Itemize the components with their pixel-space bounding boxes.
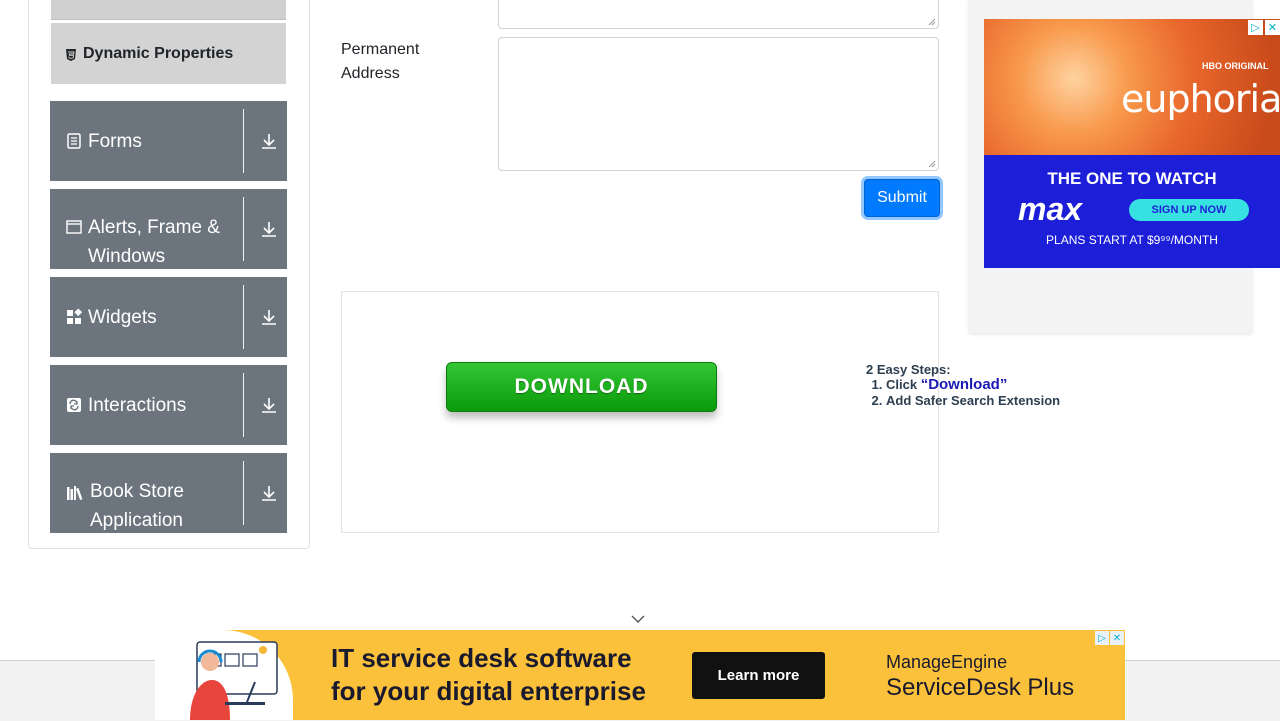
- ad-steps: 2 Easy Steps: Click “Download” Add Safer…: [866, 362, 1060, 409]
- sidebar-item-previous[interactable]: [51, 0, 286, 20]
- permanent-address-textarea[interactable]: [498, 37, 939, 171]
- adchoices-icon[interactable]: ▷: [1248, 20, 1263, 35]
- ad-network-label: HBO ORIGINAL: [1202, 61, 1269, 71]
- sidebar-group-label: Interactions: [88, 394, 187, 416]
- sidebar-item-dynamic-properties[interactable]: Dynamic Properties: [51, 23, 286, 84]
- ad-headline: IT service desk software for your digita…: [331, 643, 646, 706]
- download-icon[interactable]: [260, 396, 278, 414]
- ad-illustration: [155, 630, 293, 720]
- ad-step-2: Add Safer Search Extension: [886, 393, 1060, 409]
- html5-icon: [65, 48, 77, 61]
- ad-price: PLANS START AT $9⁹⁹/MONTH: [1046, 233, 1218, 247]
- ad-brand-name: ManageEngine: [886, 652, 1008, 672]
- resize-handle-icon[interactable]: [928, 160, 936, 168]
- sidebar-group-forms[interactable]: Forms: [50, 101, 287, 181]
- learn-more-button[interactable]: Learn more: [692, 652, 825, 699]
- inline-ad-frame: [341, 291, 939, 533]
- sidebar-group-book-store[interactable]: Book Store Application: [50, 453, 287, 533]
- submit-button[interactable]: Submit: [864, 179, 940, 217]
- ad-brand-logo: max: [1018, 191, 1083, 227]
- ad-tagline: THE ONE TO WATCH: [1047, 169, 1217, 188]
- download-icon[interactable]: [260, 220, 278, 238]
- resize-handle-icon[interactable]: [928, 18, 936, 26]
- sidebar-group-alerts[interactable]: Alerts, Frame & Windows: [50, 189, 287, 269]
- permanent-address-label: Permanent Address: [341, 41, 420, 82]
- adchoices-icon[interactable]: ▷: [1095, 631, 1109, 645]
- download-icon[interactable]: [260, 308, 278, 326]
- window-icon: [66, 219, 82, 235]
- ad-step-1-highlight: “Download”: [920, 376, 1008, 393]
- ad-product-name: ServiceDesk Plus: [886, 674, 1075, 701]
- books-icon: [66, 485, 84, 501]
- sidebar-item-label: Dynamic Properties: [83, 44, 234, 62]
- download-icon[interactable]: [260, 484, 278, 502]
- close-icon[interactable]: ✕: [1110, 631, 1124, 645]
- sidebar-group-label: Widgets: [88, 306, 157, 328]
- ad-signup-button[interactable]: SIGN UP NOW: [1129, 199, 1249, 221]
- interactions-icon: [66, 397, 82, 413]
- ad-show-title: euphoria: [1121, 77, 1280, 121]
- sidebar-group-label: Forms: [88, 130, 142, 152]
- sidebar-group-label: Alerts, Frame & Windows: [88, 217, 220, 267]
- sidebar-group-label: Book Store Application: [90, 481, 184, 531]
- sidebar-group-widgets[interactable]: Widgets: [50, 277, 287, 357]
- current-address-textarea[interactable]: [498, 0, 939, 29]
- ad-steps-title: 2 Easy Steps:: [866, 362, 951, 377]
- sidebar-group-interactions[interactable]: Interactions: [50, 365, 287, 445]
- right-banner-ad[interactable]: HBO ORIGINAL euphoria THE ONE TO WATCH m…: [984, 19, 1280, 268]
- ad-download-button[interactable]: DOWNLOAD: [446, 362, 717, 412]
- widgets-icon: [66, 309, 82, 325]
- download-icon[interactable]: [260, 132, 278, 150]
- close-icon[interactable]: ✕: [1265, 20, 1280, 35]
- chevron-down-icon[interactable]: [631, 613, 645, 625]
- document-icon: [66, 133, 82, 149]
- bottom-banner-ad[interactable]: IT service desk software for your digita…: [155, 630, 1125, 720]
- ad-step-1: Click “Download”: [886, 377, 1060, 393]
